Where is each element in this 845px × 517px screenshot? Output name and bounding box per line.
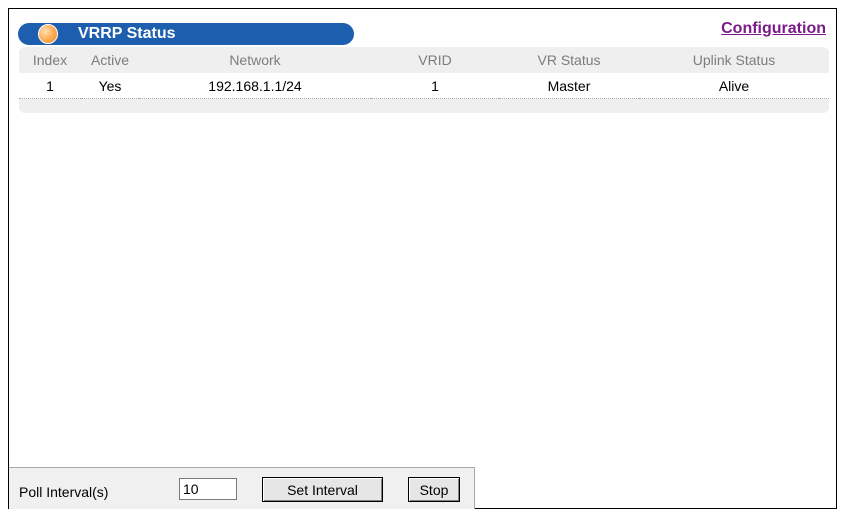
- vrrp-status-table: Index Active Network VRID VR Status Upli…: [19, 47, 829, 99]
- poll-interval-label: Poll Interval(s): [19, 484, 109, 500]
- cell-vrid: 1: [371, 73, 499, 99]
- cell-uplink-status: Alive: [639, 73, 829, 99]
- page-title: VRRP Status: [78, 25, 176, 42]
- stop-button[interactable]: Stop: [408, 477, 460, 502]
- col-vrid: VRID: [418, 52, 452, 68]
- table-row: 1 Yes 192.168.1.1/24 1 Master Alive: [19, 73, 829, 99]
- title-bar: VRRP Status: [18, 23, 354, 45]
- col-network: Network: [229, 52, 281, 68]
- poll-interval-panel: Poll Interval(s) Set Interval Stop: [9, 467, 475, 509]
- set-interval-button[interactable]: Set Interval: [262, 477, 383, 502]
- poll-interval-input[interactable]: [179, 478, 237, 500]
- cell-network: 192.168.1.1/24: [139, 73, 371, 99]
- table-header-row: Index Active Network VRID VR Status Upli…: [19, 47, 829, 73]
- col-uplink-status: Uplink Status: [692, 52, 776, 68]
- col-vr-status: VR Status: [537, 52, 601, 68]
- configuration-link[interactable]: Configuration: [721, 20, 826, 38]
- main-frame: VRRP Status Configuration Index Active N…: [8, 8, 837, 509]
- cell-active: Yes: [81, 73, 139, 99]
- cell-vr-status: Master: [499, 73, 639, 99]
- col-index: Index: [32, 52, 68, 68]
- orb-icon: [38, 24, 58, 44]
- col-active: Active: [90, 52, 130, 68]
- cell-index: 1: [19, 73, 81, 99]
